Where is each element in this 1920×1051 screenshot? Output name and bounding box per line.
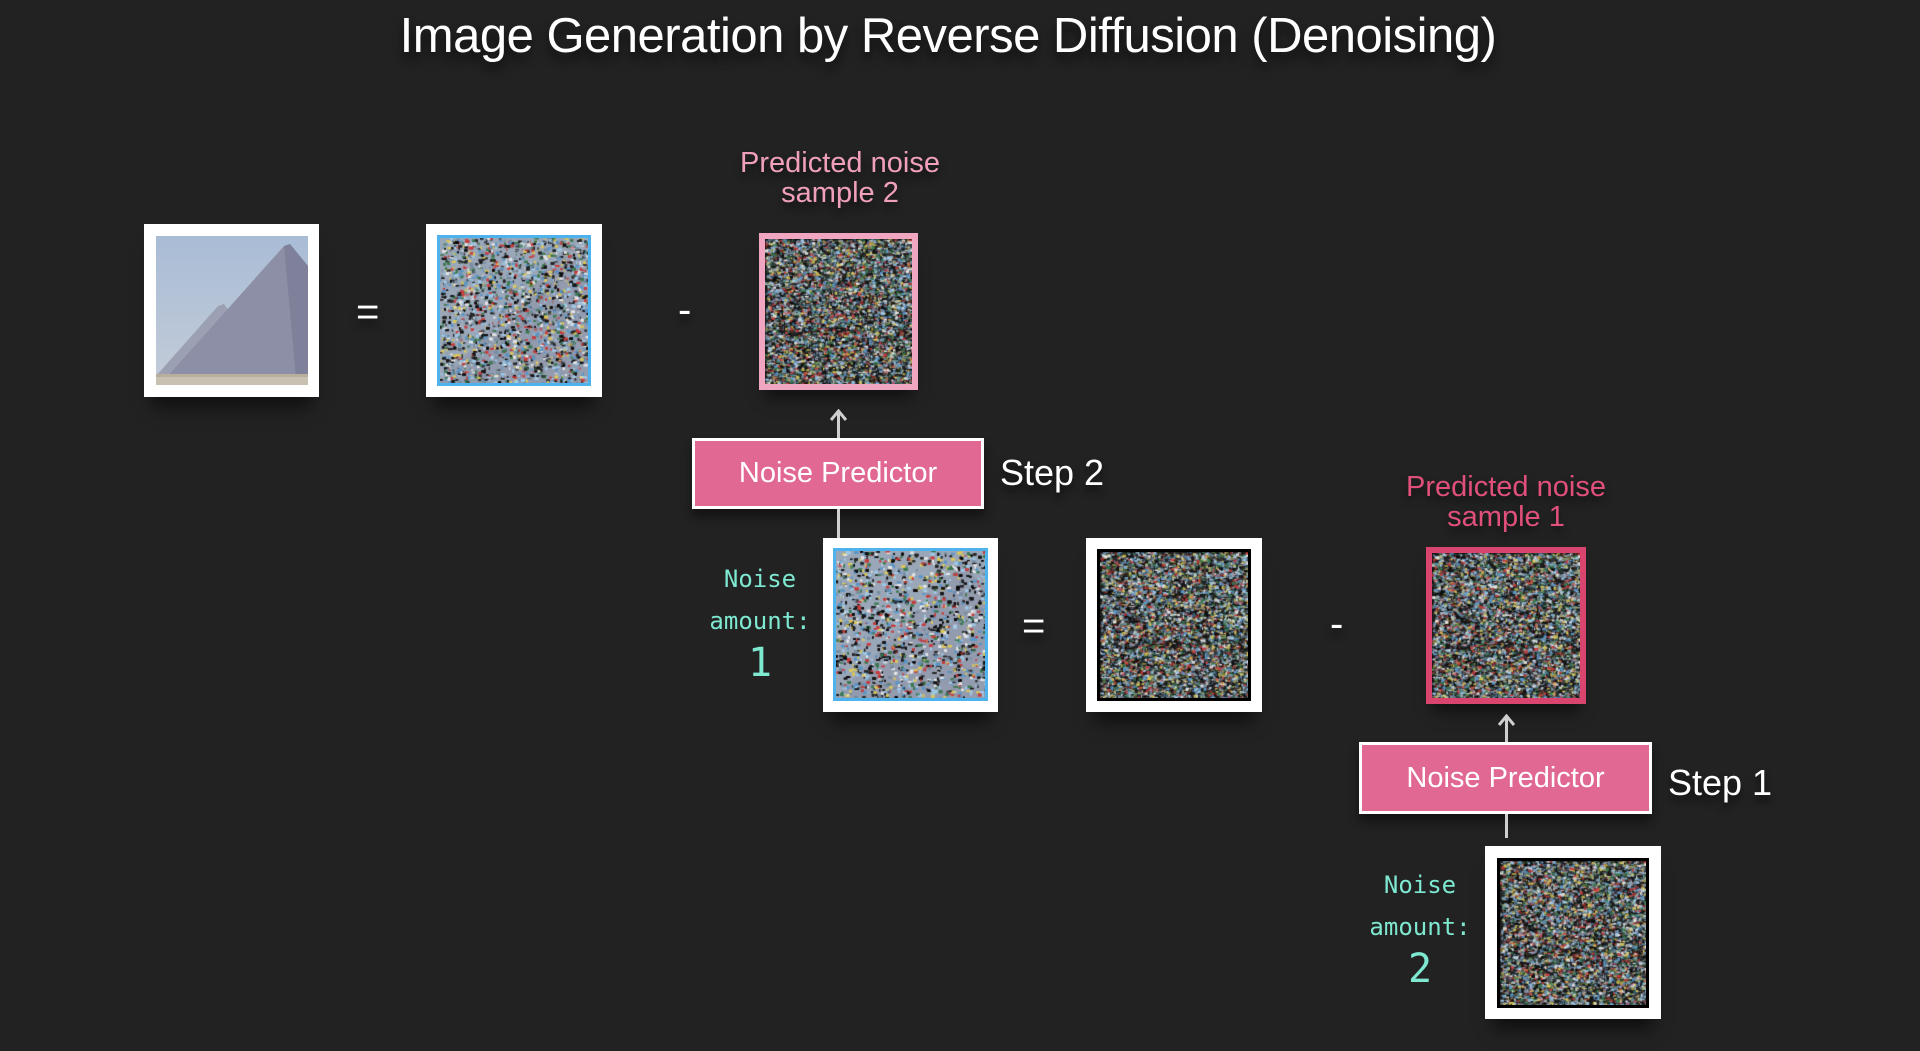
predicted-noise-1-label-line1: Predicted noise bbox=[1406, 471, 1606, 503]
pure-noise-input-image bbox=[1497, 858, 1649, 1008]
noise-amount-1: Noise amount: 1 bbox=[700, 558, 820, 684]
step-2-label: Step 2 bbox=[1000, 452, 1105, 493]
pure-noise-step1-result-frame bbox=[1086, 538, 1262, 712]
arrow-up-icon bbox=[1497, 713, 1516, 726]
generated-image-frame bbox=[144, 224, 319, 397]
connector-input-to-predictor1 bbox=[1505, 814, 1508, 838]
predicted-noise-2-label-line1: Predicted noise bbox=[740, 147, 940, 179]
noisy-image bbox=[437, 235, 591, 386]
diagram-title: Image Generation by Reverse Diffusion (D… bbox=[399, 9, 1497, 63]
connector-input-to-predictor2 bbox=[837, 509, 840, 539]
noise-amount-2: Noise amount: 2 bbox=[1360, 864, 1480, 990]
predicted-noise-2-image bbox=[759, 233, 918, 390]
equals-sign: = bbox=[356, 290, 380, 334]
noise-amount-1-value: 1 bbox=[747, 640, 773, 686]
minus-sign: - bbox=[678, 288, 692, 332]
predicted-noise-2-label: Predicted noise sample 2 bbox=[700, 148, 980, 208]
predicted-noise-1-label: Predicted noise sample 1 bbox=[1366, 472, 1646, 532]
minus-sign-step1: - bbox=[1330, 602, 1344, 646]
noise-amount-2-line1: Noise bbox=[1383, 871, 1457, 899]
denoised-image-frame bbox=[426, 224, 602, 397]
predicted-noise-1-image bbox=[1426, 547, 1586, 704]
pure-noise-input-frame bbox=[1485, 846, 1661, 1019]
predicted-noise-1-content bbox=[1432, 553, 1580, 698]
predicted-noise-2-content bbox=[765, 239, 912, 384]
predicted-noise-2-label-line2: sample 2 bbox=[781, 177, 899, 209]
noise-predictor-step2: Noise Predictor bbox=[692, 438, 984, 509]
predicted-noise-1-label-line2: sample 1 bbox=[1447, 501, 1565, 533]
noise-amount-2-value: 2 bbox=[1407, 946, 1433, 992]
noise-predictor-step2-label: Noise Predictor bbox=[738, 457, 938, 489]
noise-amount-1-line2: amount: bbox=[709, 607, 811, 635]
equals-sign-step1: = bbox=[1022, 604, 1046, 648]
pure-noise-step1-result-image bbox=[1097, 549, 1251, 701]
noise-amount-1-line1: Noise bbox=[723, 565, 797, 593]
noisy-input-step2-frame bbox=[823, 538, 998, 712]
pyramid-image bbox=[156, 236, 308, 385]
step-1-label: Step 1 bbox=[1668, 762, 1773, 803]
noise-amount-2-line2: amount: bbox=[1369, 913, 1471, 941]
noise-predictor-step1-label: Noise Predictor bbox=[1406, 761, 1605, 794]
arrow-up-icon bbox=[829, 408, 848, 421]
noise-predictor-step1: Noise Predictor bbox=[1359, 742, 1652, 814]
noisy-input-step2-image bbox=[833, 548, 988, 701]
